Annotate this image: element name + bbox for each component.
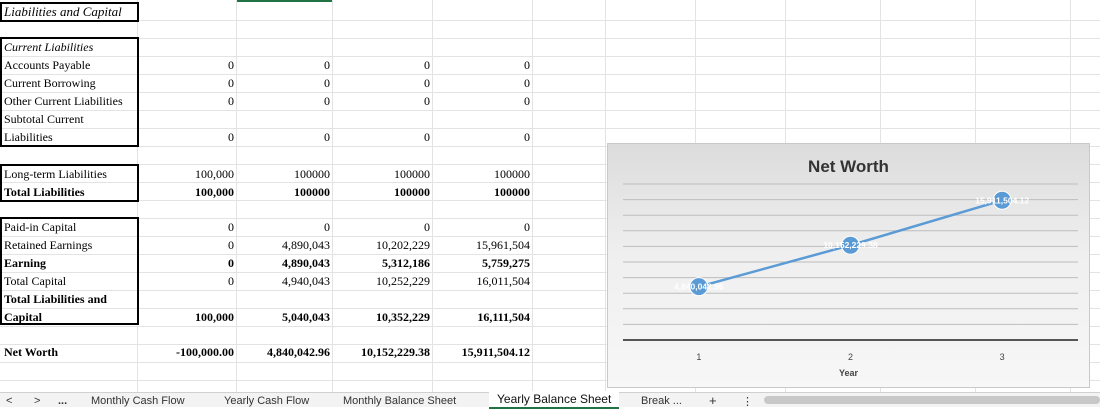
chart-x-axis-label: Year (839, 368, 859, 378)
value-cell[interactable]: 0 (324, 57, 330, 74)
gridline (605, 0, 606, 392)
subtotal-cell[interactable]: 0 (524, 129, 530, 146)
gridline (236, 0, 237, 392)
row-label[interactable]: Other Current Liabilities (4, 93, 123, 110)
tab-options-icon[interactable]: ⋮ (742, 395, 753, 408)
value-cell[interactable]: 0 (524, 93, 530, 110)
value-cell[interactable]: 0 (228, 219, 234, 236)
chart-data-label: 4,840,042.96 (674, 282, 724, 292)
tab-monthly-balance-sheet[interactable]: Monthly Balance Sheet (343, 395, 456, 407)
value-cell[interactable]: 0 (424, 93, 430, 110)
chart-x-tick-label: 2 (848, 352, 853, 362)
value-cell[interactable]: 16,011,504 (476, 273, 530, 290)
gridline (0, 20, 1100, 21)
chart-data-label: 15,911,504.12 (975, 195, 1029, 205)
total-cell[interactable]: 100000 (394, 184, 430, 201)
tab-scroll-next-button[interactable]: > (34, 395, 40, 407)
current-liabilities-header[interactable]: Current Liabilities (4, 39, 93, 56)
active-column-indicator (237, 0, 332, 2)
value-cell[interactable]: 0 (424, 75, 430, 92)
row-label[interactable]: Earning (4, 255, 46, 272)
row-label[interactable]: Total Capital (4, 273, 66, 290)
net-worth-cell[interactable]: -100,000.00 (176, 344, 234, 361)
tab-yearly-balance-sheet[interactable]: Yearly Balance Sheet (489, 391, 620, 409)
chart-x-tick-label: 3 (1000, 352, 1005, 362)
chart-data-label: 10,152,229.38 (823, 240, 878, 250)
total-cell[interactable]: 16,111,504 (477, 309, 530, 326)
row-label[interactable]: Current Borrowing (4, 75, 96, 92)
long-term-liabilities-label[interactable]: Long-term Liabilities (4, 166, 107, 183)
value-cell[interactable]: 10,252,229 (376, 273, 430, 290)
subtotal-cell[interactable]: 0 (424, 129, 430, 146)
value-cell[interactable]: 0 (324, 75, 330, 92)
net-worth-cell[interactable]: 4,840,042.96 (267, 344, 330, 361)
tab-scroll-prev-button[interactable]: < (6, 395, 12, 407)
value-cell[interactable]: 0 (228, 93, 234, 110)
value-cell[interactable]: 100000 (494, 166, 530, 183)
gridline (0, 128, 1100, 129)
net-worth-chart[interactable]: Net Worth 1 2 3 Year 4,840,042.96 10,152,229.3… (607, 143, 1090, 388)
net-worth-label[interactable]: Net Worth (4, 344, 58, 361)
value-cell[interactable]: 0 (228, 237, 234, 254)
row-label[interactable]: Paid-in Capital (4, 219, 76, 236)
value-cell[interactable]: 100000 (394, 166, 430, 183)
tab-break-even[interactable]: Break ... (641, 395, 682, 407)
value-cell[interactable]: 0 (228, 75, 234, 92)
tab-monthly-cash-flow[interactable]: Monthly Cash Flow (91, 395, 185, 407)
value-cell[interactable]: 4,940,043 (282, 273, 330, 290)
value-cell[interactable]: 0 (228, 273, 234, 290)
total-liab-capital-label[interactable]: Capital (4, 309, 42, 326)
chart-x-tick-label: 1 (696, 352, 701, 362)
value-cell[interactable]: 15,961,504 (476, 237, 530, 254)
total-liabilities-label[interactable]: Total Liabilities (4, 184, 85, 201)
value-cell[interactable]: 0 (524, 75, 530, 92)
value-cell[interactable]: 0 (324, 219, 330, 236)
value-cell[interactable]: 100000 (294, 166, 330, 183)
total-cell[interactable]: 100,000 (195, 309, 234, 326)
value-cell[interactable]: 0 (424, 57, 430, 74)
total-cell[interactable]: 100000 (294, 184, 330, 201)
sheet-tab-bar: < > ... Monthly Cash Flow Yearly Cash Fl… (0, 391, 1100, 409)
value-cell[interactable]: 4,890,043 (282, 237, 330, 254)
row-label[interactable]: Accounts Payable (4, 57, 90, 74)
total-cell[interactable]: 5,040,043 (282, 309, 330, 326)
more-tabs-button[interactable]: ... (58, 395, 67, 407)
value-cell[interactable]: 0 (228, 255, 234, 272)
chart-title: Net Worth (808, 157, 889, 176)
tab-yearly-cash-flow[interactable]: Yearly Cash Flow (224, 395, 309, 407)
value-cell[interactable]: 0 (424, 219, 430, 236)
gridline (0, 38, 1100, 39)
value-cell[interactable]: 10,202,229 (376, 237, 430, 254)
subtotal-label[interactable]: Subtotal Current (4, 111, 84, 128)
gridline (0, 56, 1100, 57)
gridline (0, 92, 1100, 93)
gridline (532, 0, 533, 392)
value-cell[interactable]: 4,890,043 (282, 255, 330, 272)
total-cell[interactable]: 100000 (494, 184, 530, 201)
gridline (0, 74, 1100, 75)
value-cell[interactable]: 0 (324, 93, 330, 110)
value-cell[interactable]: 100,000 (195, 166, 234, 183)
subtotal-label[interactable]: Liabilities (4, 129, 53, 146)
gridline (432, 0, 433, 392)
section-title[interactable]: Liabilities and Capital (4, 3, 122, 20)
total-cell[interactable]: 100,000 (195, 184, 234, 201)
total-cell[interactable]: 10,352,229 (376, 309, 430, 326)
gridline (0, 110, 1100, 111)
value-cell[interactable]: 5,312,186 (382, 255, 430, 272)
row-label[interactable]: Retained Earnings (4, 237, 92, 254)
net-worth-cell[interactable]: 15,911,504.12 (462, 344, 530, 361)
value-cell[interactable]: 0 (228, 57, 234, 74)
chart-svg: Net Worth 1 2 3 Year 4,840,042.96 10,152,229.3… (623, 157, 1078, 378)
value-cell[interactable]: 0 (524, 57, 530, 74)
subtotal-cell[interactable]: 0 (228, 129, 234, 146)
value-cell[interactable]: 0 (524, 219, 530, 236)
subtotal-cell[interactable]: 0 (324, 129, 330, 146)
gridline (332, 0, 333, 392)
horizontal-scrollbar[interactable] (764, 396, 1100, 404)
value-cell[interactable]: 5,759,275 (482, 255, 530, 272)
net-worth-cell[interactable]: 10,152,229.38 (361, 344, 430, 361)
total-liab-capital-label[interactable]: Total Liabilities and (4, 291, 107, 308)
